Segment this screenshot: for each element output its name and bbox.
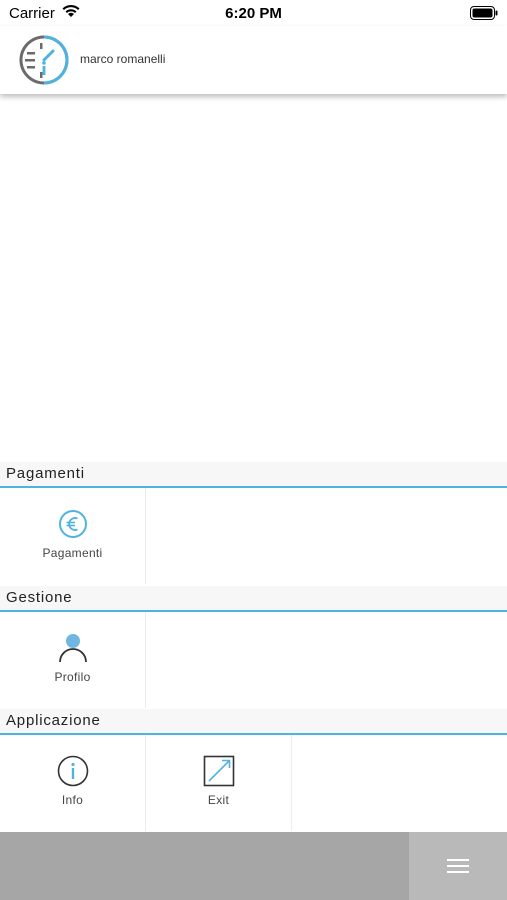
exit-icon (203, 755, 235, 787)
hamburger-menu-button[interactable] (409, 832, 507, 900)
tile-label: Profilo (54, 670, 91, 684)
section-title: Gestione (6, 589, 73, 606)
tile-info[interactable]: Info (0, 735, 146, 831)
section-header-applicazione: Applicazione (0, 709, 507, 735)
status-bar: Carrier 6:20 PM (0, 0, 507, 26)
clock-time: 6:20 PM (225, 5, 282, 22)
tile-empty (292, 735, 437, 831)
euro-icon (57, 508, 89, 540)
content-area (0, 94, 507, 462)
tile-exit[interactable]: Exit (146, 735, 292, 831)
tile-row-gestione: Profilo (0, 612, 507, 708)
bottom-bar (0, 832, 507, 900)
tile-row-applicazione: Info Exit (0, 735, 507, 831)
tile-row-pagamenti: Pagamenti (0, 488, 507, 584)
tile-profilo[interactable]: Profilo (0, 612, 146, 708)
tile-pagamenti[interactable]: Pagamenti (0, 488, 146, 584)
clock-info-logo-icon (18, 34, 70, 86)
section-title: Pagamenti (6, 465, 85, 482)
app-header: marco romanelli (0, 26, 507, 94)
section-title: Applicazione (6, 712, 101, 729)
info-icon (57, 755, 89, 787)
user-icon (57, 632, 89, 664)
section-header-pagamenti: Pagamenti (0, 462, 507, 488)
section-header-gestione: Gestione (0, 586, 507, 612)
tile-label: Info (61, 793, 84, 807)
user-name: marco romanelli (80, 52, 166, 66)
battery-icon (470, 6, 498, 25)
tile-label: Exit (207, 793, 230, 807)
tile-label: Pagamenti (42, 546, 103, 560)
